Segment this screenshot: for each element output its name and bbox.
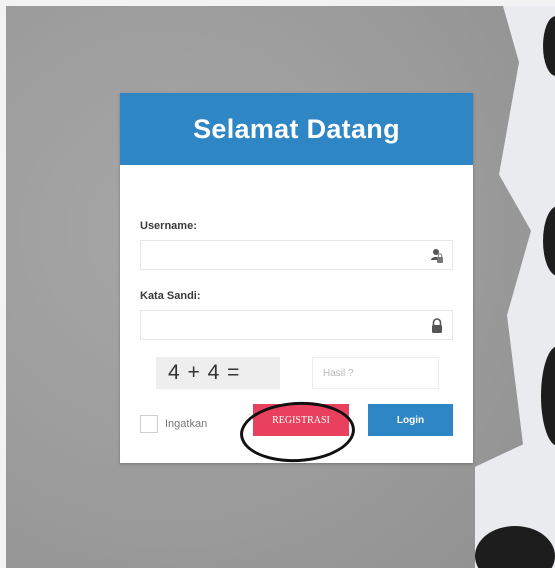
captcha-answer-box (312, 357, 439, 389)
username-input[interactable] (141, 241, 437, 269)
login-button[interactable]: Login (368, 404, 453, 436)
captcha-box: 4 + 4 = (156, 357, 280, 389)
password-field-box (140, 310, 453, 340)
captcha-answer-input[interactable] (313, 358, 438, 388)
password-label: Kata Sandi: (140, 290, 201, 302)
remember-label: Ingatkan (165, 418, 208, 430)
card-header: Selamat Datang (120, 93, 473, 165)
password-input[interactable] (141, 311, 437, 339)
remember-me: Ingatkan (140, 415, 207, 433)
login-card: Selamat Datang Username: Kata Sandi: 4 +… (120, 93, 473, 463)
username-label: Username: (140, 220, 197, 232)
remember-checkbox[interactable] (140, 415, 158, 433)
page-title: Selamat Datang (193, 113, 400, 144)
register-button[interactable]: REGISTRASI (253, 404, 349, 436)
background-paper (475, 6, 555, 568)
lock-icon (432, 318, 442, 333)
user-lock-icon (431, 249, 443, 263)
captcha-question: 4 + 4 = (168, 361, 241, 384)
username-field-box (140, 240, 453, 270)
